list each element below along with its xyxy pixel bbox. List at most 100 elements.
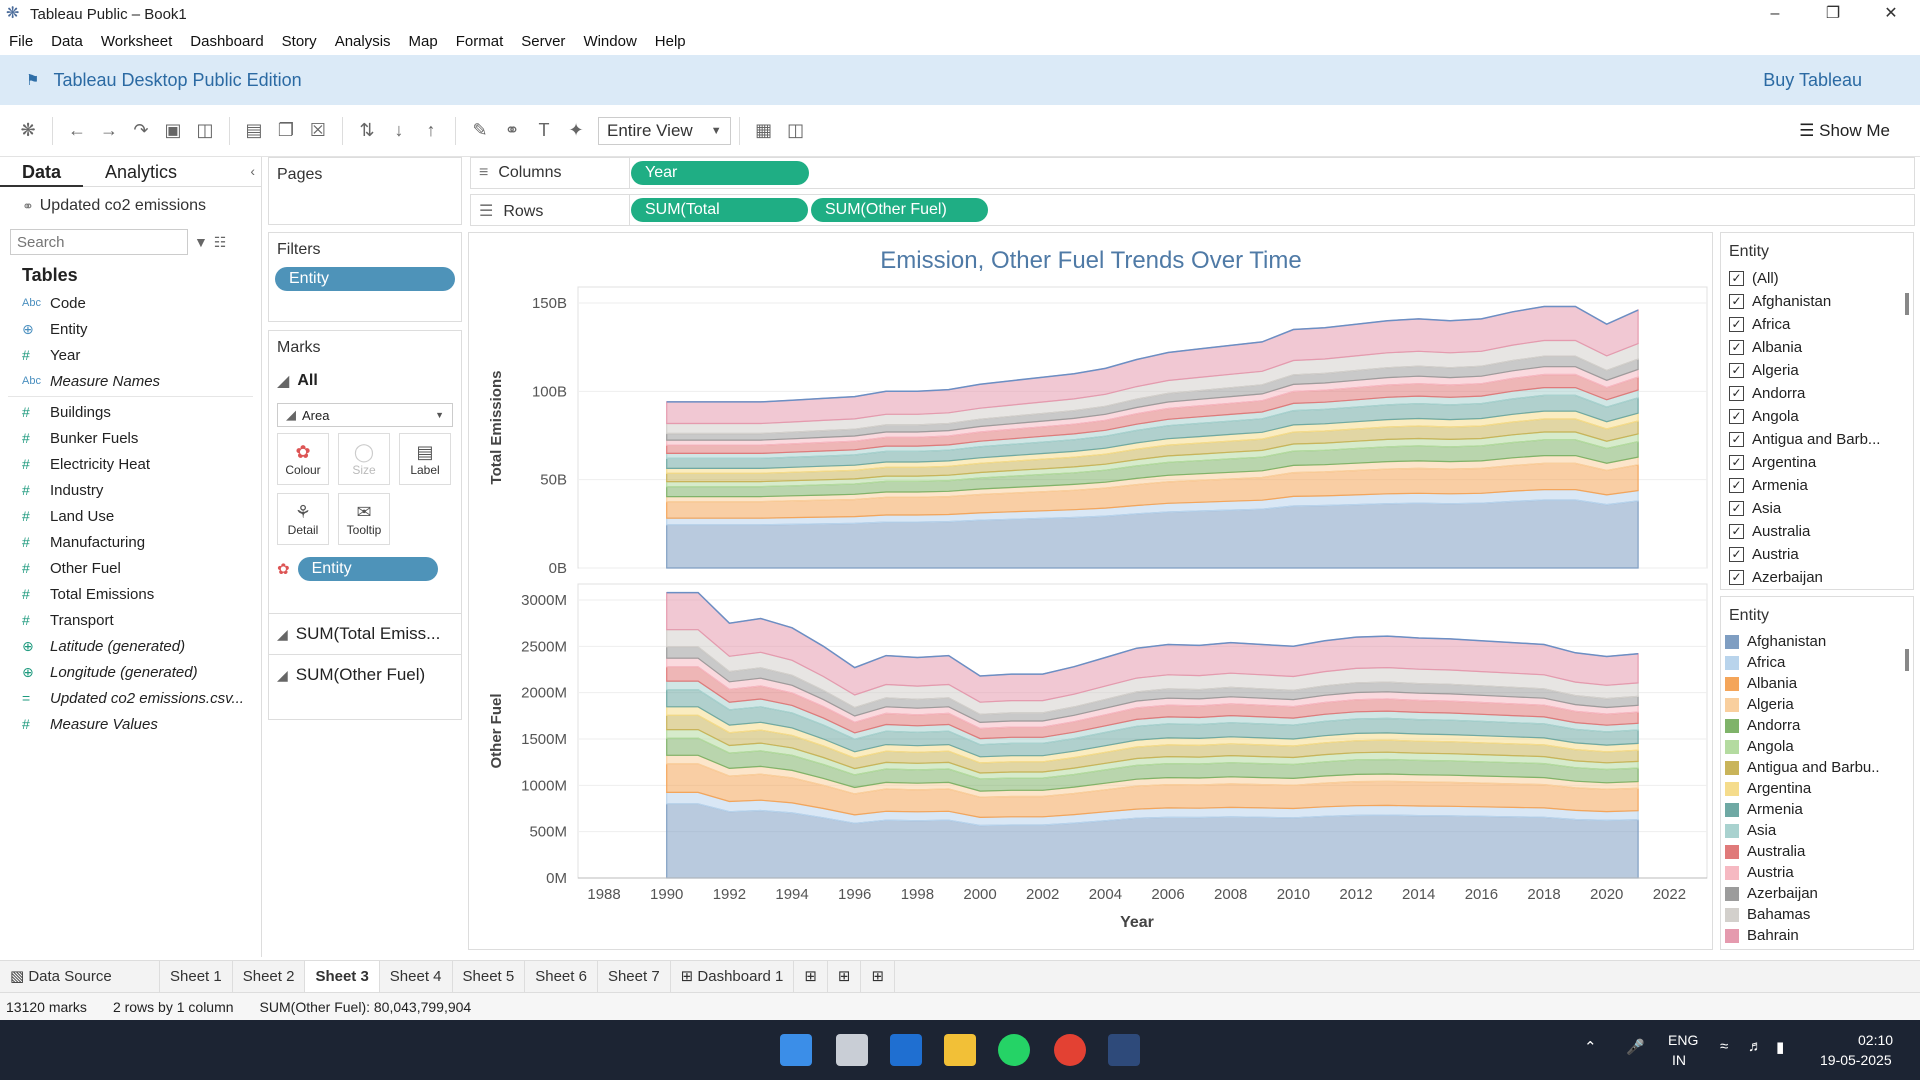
field-other-fuel[interactable]: # Other Fuel — [0, 555, 261, 581]
filter-item-africa[interactable]: ✓ Africa — [1721, 313, 1913, 336]
filter-item-armenia[interactable]: ✓ Armenia — [1721, 474, 1913, 497]
field-search-input[interactable] — [10, 229, 188, 255]
legend-item-australia[interactable]: Australia — [1721, 841, 1913, 862]
menu-help[interactable]: Help — [646, 33, 695, 50]
field-latitude-generated[interactable]: ⊕ Latitude (generated) — [0, 633, 261, 659]
rows-shelf[interactable]: ☰Rows SUM(Total Emission.. SUM(Other Fue… — [470, 194, 1915, 242]
colour-button[interactable]: ✿ Colour — [277, 433, 329, 485]
checkbox-checked-icon[interactable]: ✓ — [1729, 501, 1744, 516]
show-me-button[interactable]: ☰ Show Me — [1799, 121, 1890, 141]
field-land-use[interactable]: # Land Use — [0, 503, 261, 529]
tableau-logo-icon[interactable]: ❋ — [12, 120, 44, 141]
group-icon[interactable]: ⚭ — [496, 120, 528, 141]
show-cards-icon[interactable]: ▦ — [748, 120, 780, 141]
checkbox-checked-icon[interactable]: ✓ — [1729, 478, 1744, 493]
replay-icon[interactable]: ↷ — [125, 120, 157, 141]
area-chart[interactable]: Emission, Other Fuel Trends Over Time 0B 5… — [469, 233, 1714, 951]
checkbox-checked-icon[interactable]: ✓ — [1729, 570, 1744, 585]
filter-item-andorra[interactable]: ✓ Andorra — [1721, 382, 1913, 405]
legend-item-bahrain[interactable]: Bahrain — [1721, 925, 1913, 946]
legend-item-africa[interactable]: Africa — [1721, 652, 1913, 673]
label-button[interactable]: ▤ Label — [399, 433, 451, 485]
restore-button[interactable]: ❐ — [1804, 0, 1862, 28]
columns-pill-year[interactable]: Year — [631, 161, 809, 185]
swap-icon[interactable]: ⇅ — [351, 120, 383, 141]
detail-button[interactable]: ⚘ Detail — [277, 493, 329, 545]
undo-icon[interactable]: ← — [61, 120, 93, 141]
sort-descending-icon[interactable]: ↑ — [415, 120, 447, 141]
checkbox-checked-icon[interactable]: ✓ — [1729, 432, 1744, 447]
view-options-icon[interactable]: ☷ — [214, 234, 227, 251]
menu-server[interactable]: Server — [512, 33, 574, 50]
field-longitude-generated[interactable]: ⊕ Longitude (generated) — [0, 659, 261, 685]
field-total-emissions[interactable]: # Total Emissions — [0, 581, 261, 607]
sheet-tab-sheet-3[interactable]: Sheet 3 — [305, 960, 380, 993]
field-industry[interactable]: # Industry — [0, 477, 261, 503]
legend-item-asia[interactable]: Asia — [1721, 820, 1913, 841]
field-electricity-heat[interactable]: # Electricity Heat — [0, 451, 261, 477]
checkbox-checked-icon[interactable]: ✓ — [1729, 294, 1744, 309]
start-icon[interactable] — [780, 1034, 812, 1066]
new-worksheet-icon[interactable]: ▤ — [238, 120, 270, 141]
store-icon[interactable] — [890, 1034, 922, 1066]
legend-item-austria[interactable]: Austria — [1721, 862, 1913, 883]
field-year[interactable]: # Year — [0, 342, 261, 368]
new-story-tab-icon[interactable]: ⊞ — [861, 960, 896, 993]
datasource-item[interactable]: ⚭ Updated co2 emissions — [22, 197, 261, 215]
collapse-pane-icon[interactable]: ‹ — [250, 163, 255, 179]
minimize-button[interactable]: – — [1746, 0, 1804, 28]
sheet-tab-sheet-1[interactable]: Sheet 1 — [160, 960, 233, 993]
redo-icon[interactable]: → — [93, 120, 125, 141]
checkbox-checked-icon[interactable]: ✓ — [1729, 317, 1744, 332]
tableau-taskbar-icon[interactable] — [1108, 1034, 1140, 1066]
legend-item-angola[interactable]: Angola — [1721, 736, 1913, 757]
checkbox-checked-icon[interactable]: ✓ — [1729, 547, 1744, 562]
battery-icon[interactable]: ▮ — [1776, 1038, 1784, 1056]
fit-dropdown[interactable]: Entire View ▼ — [598, 116, 731, 145]
field-measure-names[interactable]: Abc Measure Names — [0, 368, 261, 394]
rows-pill-other-fuel[interactable]: SUM(Other Fuel) — [811, 198, 988, 222]
legend-item-albania[interactable]: Albania — [1721, 673, 1913, 694]
legend-item-andorra[interactable]: Andorra — [1721, 715, 1913, 736]
checkbox-checked-icon[interactable]: ✓ — [1729, 386, 1744, 401]
menu-worksheet[interactable]: Worksheet — [92, 33, 181, 50]
filter-item-azerbaijan[interactable]: ✓ Azerbaijan — [1721, 566, 1913, 589]
chevron-up-icon[interactable]: ⌃ — [1584, 1038, 1597, 1056]
field-updated-co2-emissions-csv[interactable]: = Updated co2 emissions.csv... — [0, 685, 261, 711]
filter-item-all[interactable]: ✓ (All) — [1721, 267, 1913, 290]
sheet-tab-sheet-2[interactable]: Sheet 2 — [233, 960, 306, 993]
field-transport[interactable]: # Transport — [0, 607, 261, 633]
mark-type-dropdown[interactable]: ◢ Area ▼ — [277, 403, 453, 427]
filter-item-algeria[interactable]: ✓ Algeria — [1721, 359, 1913, 382]
lang-secondary[interactable]: IN — [1672, 1052, 1686, 1068]
field-manufacturing[interactable]: # Manufacturing — [0, 529, 261, 555]
checkbox-checked-icon[interactable]: ✓ — [1729, 271, 1744, 286]
add-datasource-icon[interactable]: ◫ — [189, 120, 221, 141]
menu-story[interactable]: Story — [273, 33, 326, 50]
checkbox-checked-icon[interactable]: ✓ — [1729, 363, 1744, 378]
field-measure-values[interactable]: # Measure Values — [0, 711, 261, 737]
menu-format[interactable]: Format — [447, 33, 513, 50]
legend-item-algeria[interactable]: Algeria — [1721, 694, 1913, 715]
pin-axes-icon[interactable]: ✦ — [560, 120, 592, 141]
legend-item-afghanistan[interactable]: Afghanistan — [1721, 631, 1913, 652]
clock-time[interactable]: 02:10 — [1858, 1032, 1893, 1048]
legend-item-antigua-and-barbu[interactable]: Antigua and Barbu.. — [1721, 757, 1913, 778]
filter-item-albania[interactable]: ✓ Albania — [1721, 336, 1913, 359]
size-button[interactable]: ◯ Size — [338, 433, 390, 485]
tooltip-button[interactable]: ✉ Tooltip — [338, 493, 390, 545]
sheet-tab-sheet-6[interactable]: Sheet 6 — [525, 960, 598, 993]
field-code[interactable]: Abc Code — [0, 290, 261, 316]
legend-item-bahamas[interactable]: Bahamas — [1721, 904, 1913, 925]
sheet-tab-sheet-7[interactable]: Sheet 7 — [598, 960, 671, 993]
filter-pill-entity[interactable]: Entity — [275, 267, 455, 291]
marks-all[interactable]: ◢ All — [269, 365, 461, 397]
legend-item-armenia[interactable]: Armenia — [1721, 799, 1913, 820]
field-buildings[interactable]: # Buildings — [0, 399, 261, 425]
lang-primary[interactable]: ENG — [1668, 1032, 1698, 1048]
scrollbar-thumb[interactable] — [1905, 293, 1909, 315]
sheet-tab-sheet-5[interactable]: Sheet 5 — [453, 960, 526, 993]
menu-map[interactable]: Map — [400, 33, 447, 50]
rows-pill-total-emissions[interactable]: SUM(Total Emission.. — [631, 198, 808, 242]
tab-analytics[interactable]: Analytics — [83, 157, 199, 187]
